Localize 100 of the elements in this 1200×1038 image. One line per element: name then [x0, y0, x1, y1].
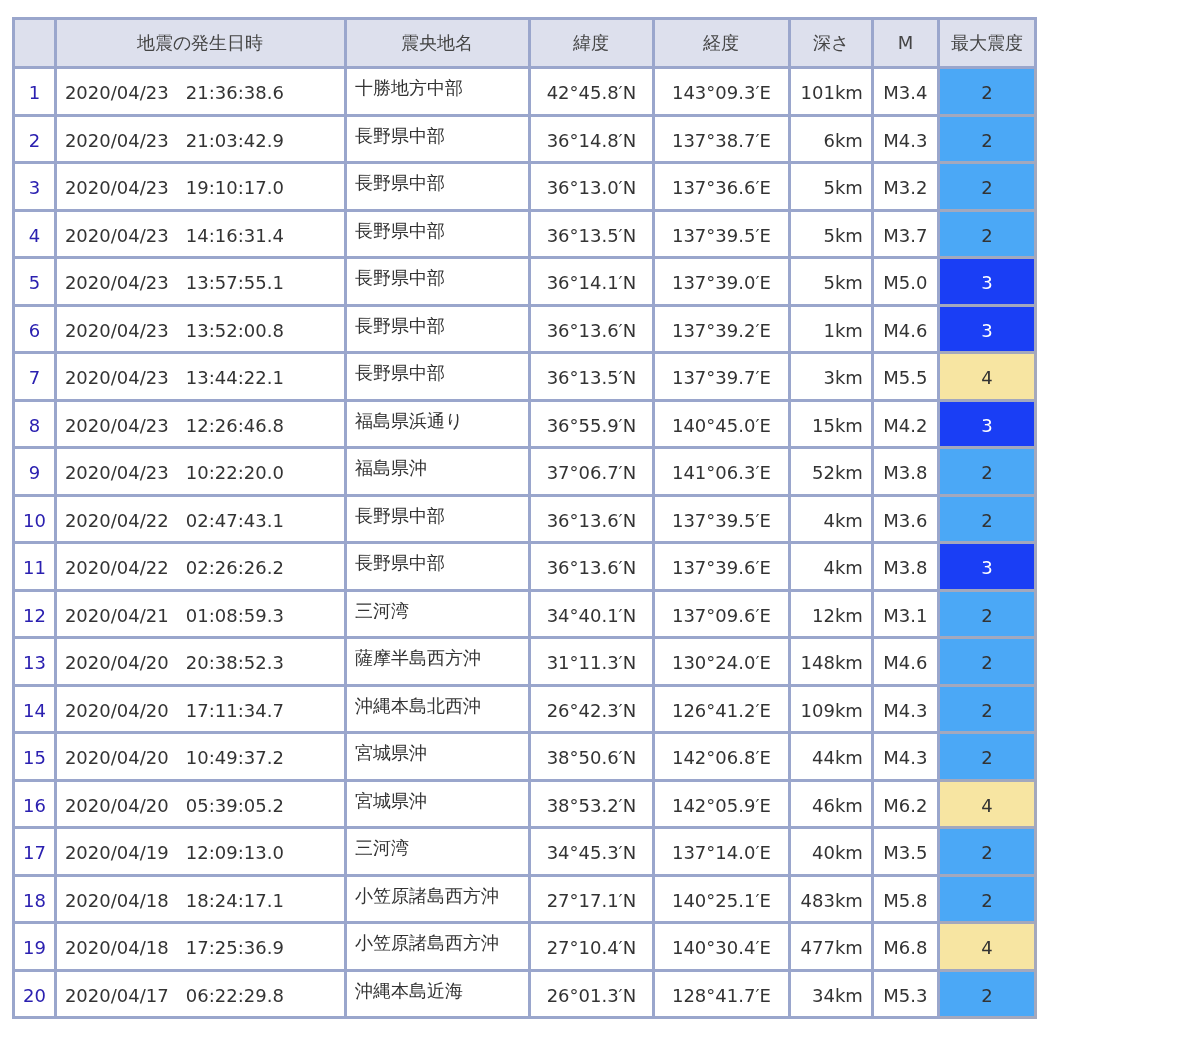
table-cell: 沖縄本島北西沖 — [345, 685, 530, 733]
table-cell: 宮城県沖 — [345, 780, 530, 828]
table-cell: 142°05.9′E — [653, 780, 790, 828]
table-cell: 2020/04/22 02:26:26.2 — [55, 542, 346, 590]
table-cell: 6km — [789, 115, 873, 163]
table-cell: 137°39.2′E — [653, 305, 790, 353]
table-cell: 27°17.1′N — [529, 875, 654, 923]
intensity-cell: 2 — [938, 115, 1036, 163]
table-cell: 十勝地方中部 — [345, 67, 530, 115]
intensity-cell: 3 — [938, 305, 1036, 353]
table-cell: 137°39.0′E — [653, 257, 790, 305]
table-cell: 三河湾 — [345, 827, 530, 875]
table-cell: 三河湾 — [345, 590, 530, 638]
table-cell: 140°30.4′E — [653, 922, 790, 970]
intensity-cell: 4 — [938, 352, 1036, 400]
table-cell: 長野県中部 — [345, 352, 530, 400]
table-cell: 2020/04/17 06:22:29.8 — [55, 970, 346, 1018]
table-cell: 薩摩半島西方沖 — [345, 637, 530, 685]
table-cell: 483km — [789, 875, 873, 923]
table-cell: 141°06.3′E — [653, 447, 790, 495]
table-cell: 477km — [789, 922, 873, 970]
table-cell: 142°06.8′E — [653, 732, 790, 780]
table-cell: 2020/04/23 13:44:22.1 — [55, 352, 346, 400]
intensity-cell: 2 — [938, 732, 1036, 780]
table-cell: 15km — [789, 400, 873, 448]
row-number-link[interactable]: 3 — [28, 177, 41, 199]
column-header: 緯度 — [529, 18, 654, 68]
table-cell: 36°13.6′N — [529, 542, 654, 590]
row-number-link[interactable]: 7 — [28, 367, 41, 389]
table-cell: 137°36.6′E — [653, 162, 790, 210]
table-cell: 34km — [789, 970, 873, 1018]
intensity-cell: 2 — [938, 970, 1036, 1018]
table-cell: 34°40.1′N — [529, 590, 654, 638]
row-number-link[interactable]: 5 — [28, 272, 41, 294]
table-cell: 福島県浜通り — [345, 400, 530, 448]
table-cell: 小笠原諸島西方沖 — [345, 922, 530, 970]
row-number-link[interactable]: 9 — [28, 462, 41, 484]
table-cell: 2020/04/23 13:57:55.1 — [55, 257, 346, 305]
table-cell: 長野県中部 — [345, 162, 530, 210]
table-cell: 2020/04/23 19:10:17.0 — [55, 162, 346, 210]
table-cell: 44km — [789, 732, 873, 780]
table-cell: 長野県中部 — [345, 210, 530, 258]
table-cell: 36°13.0′N — [529, 162, 654, 210]
row-number-link[interactable]: 1 — [28, 82, 41, 104]
intensity-cell: 3 — [938, 542, 1036, 590]
intensity-cell: 2 — [938, 827, 1036, 875]
table-cell: 長野県中部 — [345, 495, 530, 543]
table-cell: 38°50.6′N — [529, 732, 654, 780]
table-cell: 137°39.7′E — [653, 352, 790, 400]
table-cell: 137°09.6′E — [653, 590, 790, 638]
table-cell: 長野県中部 — [345, 115, 530, 163]
table-cell: 137°14.0′E — [653, 827, 790, 875]
table-cell: 2020/04/23 13:52:00.8 — [55, 305, 346, 353]
table-cell: 沖縄本島近海 — [345, 970, 530, 1018]
table-cell: 4km — [789, 495, 873, 543]
table-cell: 137°39.5′E — [653, 495, 790, 543]
table-cell: 128°41.7′E — [653, 970, 790, 1018]
intensity-cell: 2 — [938, 637, 1036, 685]
row-number-link[interactable]: 4 — [28, 224, 41, 246]
row-number-link[interactable]: 6 — [28, 319, 41, 341]
table-cell: 101km — [789, 67, 873, 115]
table-cell: 26°42.3′N — [529, 685, 654, 733]
row-number-link[interactable]: 2 — [28, 129, 41, 151]
table-cell: 2020/04/18 17:25:36.9 — [55, 922, 346, 970]
intensity-cell: 2 — [938, 495, 1036, 543]
table-cell: 143°09.3′E — [653, 67, 790, 115]
row-number-link[interactable]: 8 — [28, 414, 41, 436]
intensity-cell: 2 — [938, 67, 1036, 115]
table-cell: 2020/04/23 10:22:20.0 — [55, 447, 346, 495]
intensity-cell: 4 — [938, 922, 1036, 970]
table-cell: 3km — [789, 352, 873, 400]
table-cell: 12km — [789, 590, 873, 638]
table-cell: 140°45.0′E — [653, 400, 790, 448]
column-header: M — [872, 18, 939, 68]
table-cell: 148km — [789, 637, 873, 685]
intensity-cell: 3 — [938, 400, 1036, 448]
table-cell: 4km — [789, 542, 873, 590]
intensity-cell: 2 — [938, 162, 1036, 210]
column-header: 経度 — [653, 18, 790, 68]
table-cell: 42°45.8′N — [529, 67, 654, 115]
table-cell: 36°14.8′N — [529, 115, 654, 163]
table-cell: 109km — [789, 685, 873, 733]
intensity-cell: 2 — [938, 875, 1036, 923]
table-cell: 36°13.5′N — [529, 210, 654, 258]
intensity-cell: 2 — [938, 590, 1036, 638]
table-cell: 2020/04/20 20:38:52.3 — [55, 637, 346, 685]
table-cell: 137°39.5′E — [653, 210, 790, 258]
table-cell: 36°13.6′N — [529, 495, 654, 543]
table-cell: 36°55.9′N — [529, 400, 654, 448]
intensity-cell: 2 — [938, 210, 1036, 258]
table-cell: 34°45.3′N — [529, 827, 654, 875]
table-cell: 5km — [789, 162, 873, 210]
table-cell: 宮城県沖 — [345, 732, 530, 780]
table-cell: 36°14.1′N — [529, 257, 654, 305]
table-cell: 137°39.6′E — [653, 542, 790, 590]
table-cell: 27°10.4′N — [529, 922, 654, 970]
column-header: 地震の発生日時 — [55, 18, 346, 68]
table-cell: 2020/04/23 21:03:42.9 — [55, 115, 346, 163]
table-cell: 長野県中部 — [345, 257, 530, 305]
table-cell: 36°13.6′N — [529, 305, 654, 353]
